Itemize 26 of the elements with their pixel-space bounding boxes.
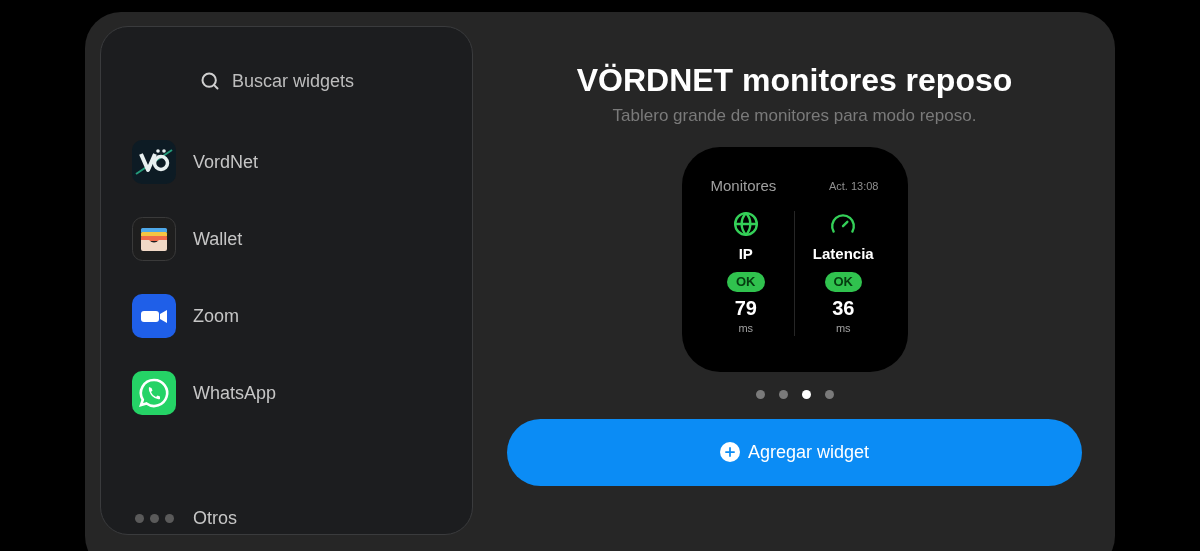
search-placeholder: Buscar widgets [232,69,355,93]
camera-app-icon [132,294,176,338]
status-badge: OK [824,271,862,292]
app-list-item[interactable]: Wallet [132,217,472,261]
widget-heading: Monitores [710,175,777,196]
globe-icon [732,211,759,237]
search-icon [200,71,220,91]
widget-title: VÖRDNET monitores reposo [576,62,1013,98]
others-item[interactable]: Otros [132,506,472,530]
latency-unit: ms [738,320,754,336]
latency-value: 36 [832,295,855,320]
monitor-name: Latencia [812,244,874,264]
app-list-item[interactable]: VordNet [132,140,472,184]
wallet-icon [132,217,176,261]
app-list-item[interactable]: WhatsApp [132,371,472,415]
latency-value: 79 [734,295,757,320]
chat-app-icon [132,371,176,415]
status-badge: OK [727,271,765,292]
app-logo-icon [132,140,176,184]
app-list-item[interactable]: Zoom [132,294,472,338]
plus-icon [719,442,740,462]
monitor-name: IP [738,244,753,264]
search-field[interactable]: Buscar widgets [200,67,472,95]
update-time: Act. 13:08 [828,178,879,194]
widget-subtitle: Tablero grande de monitores para modo reposo. [612,105,977,127]
latency-unit: ms [835,320,851,336]
